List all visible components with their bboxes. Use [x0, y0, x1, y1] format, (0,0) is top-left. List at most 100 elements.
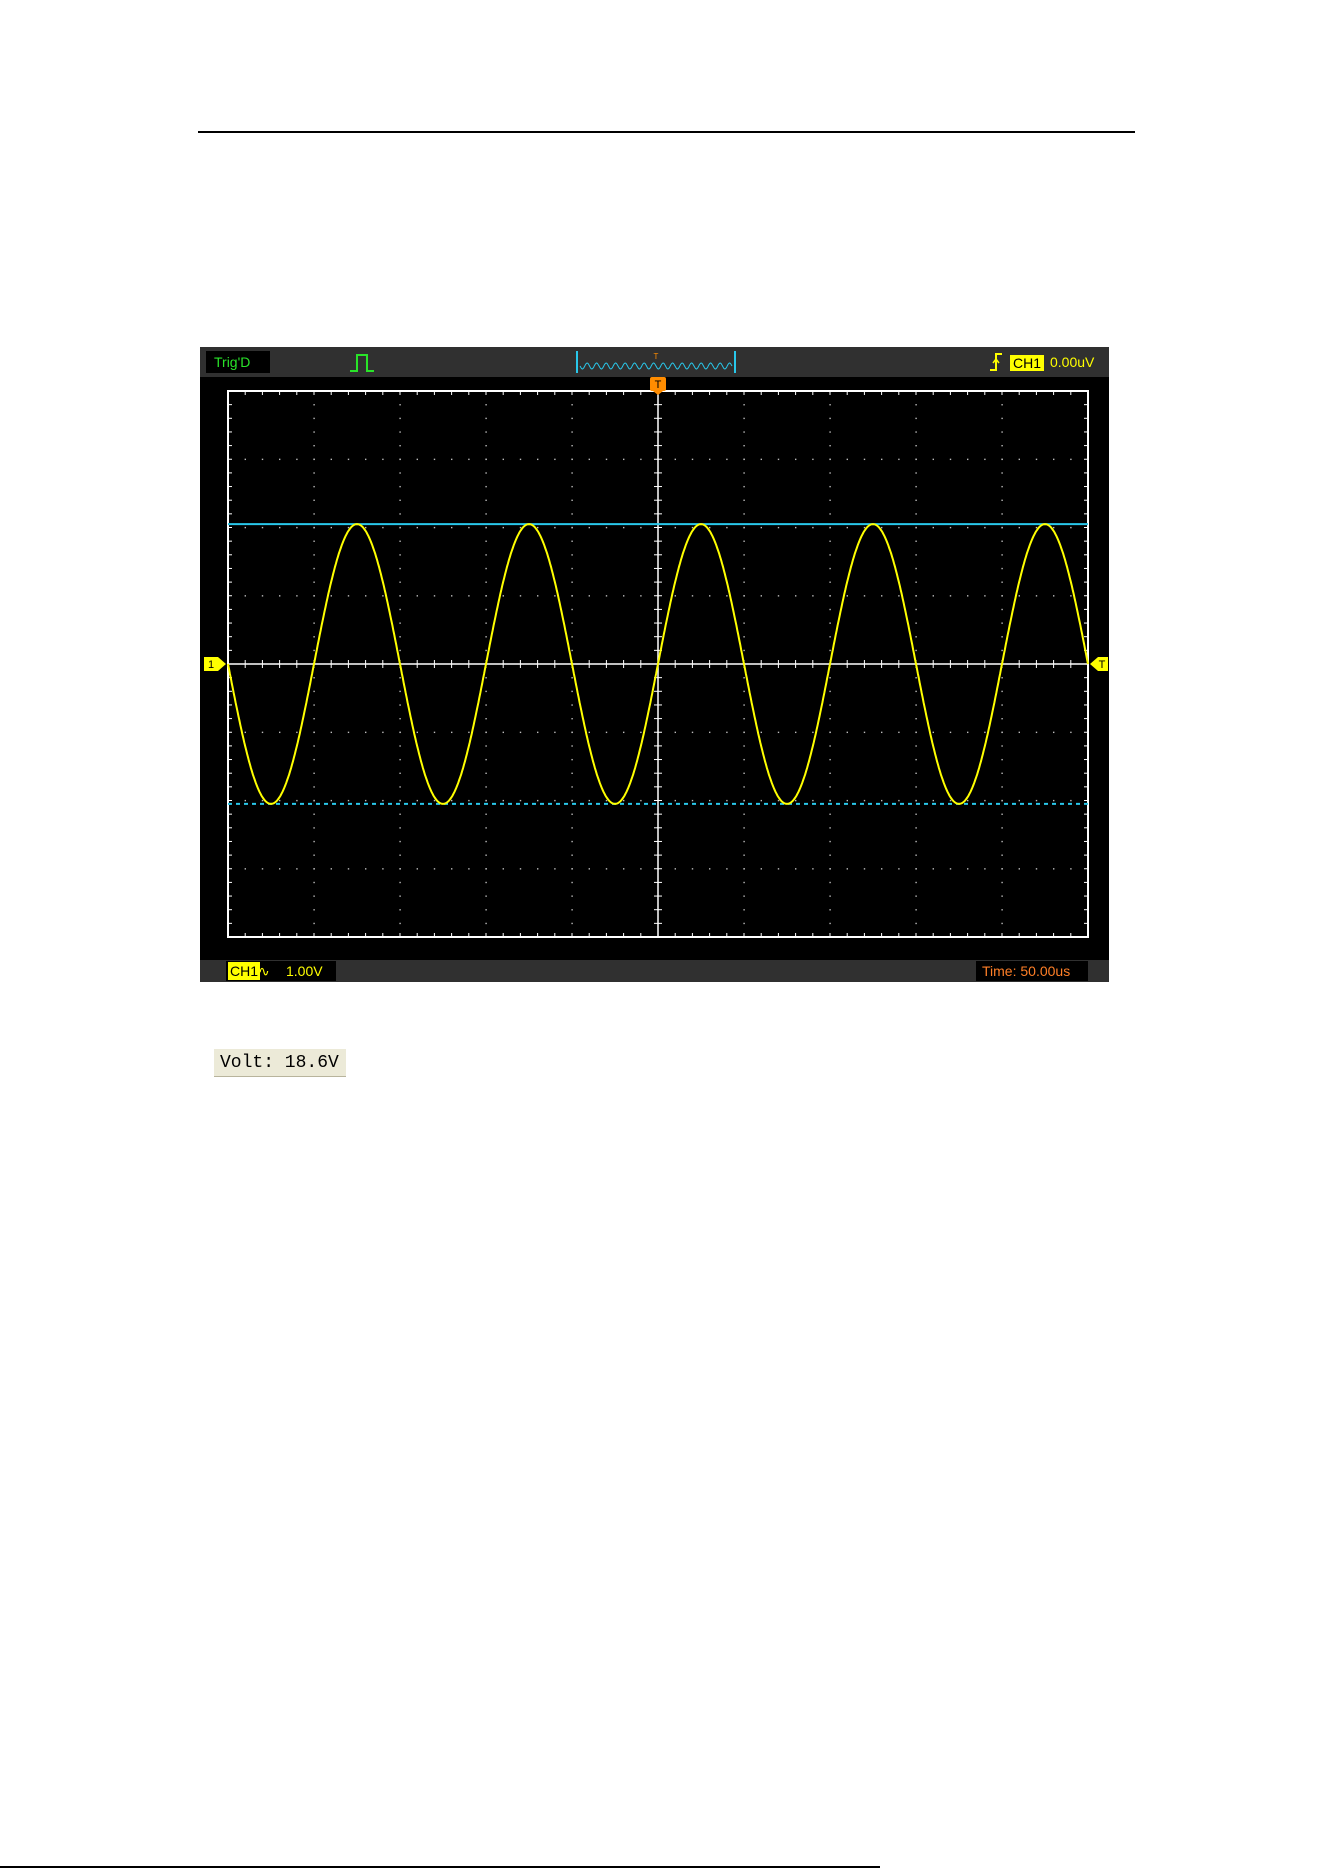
channel-label[interactable]: CH1 — [228, 962, 261, 980]
grid-dot — [1035, 526, 1038, 529]
grid-dot — [571, 813, 573, 815]
grid-dot — [1001, 445, 1003, 447]
grid-dot — [743, 786, 745, 788]
grid-dot — [829, 608, 831, 611]
trigger-level-marker[interactable]: T — [1090, 657, 1108, 671]
grid-dot — [829, 472, 831, 474]
grid-dot — [313, 636, 315, 638]
grid-dot — [760, 799, 762, 802]
grid-dot — [571, 827, 573, 829]
trigger-level: 0.00uV — [1050, 354, 1095, 370]
grid-dot — [915, 922, 917, 925]
grid-dot — [296, 868, 298, 870]
grid-dot — [554, 526, 556, 529]
grid-dot — [485, 567, 487, 570]
grid-dot — [433, 799, 436, 802]
grid-dot — [279, 595, 281, 597]
grid-dot — [313, 540, 315, 542]
grid-dot — [915, 772, 917, 774]
grid-dot — [451, 526, 453, 529]
grid-dot — [1001, 922, 1003, 925]
grid-dot — [485, 445, 487, 447]
grid-dot — [915, 499, 917, 501]
grid-dot — [571, 868, 573, 870]
grid-dot — [829, 499, 831, 501]
grid-dot — [399, 690, 401, 693]
grid-dot — [1001, 881, 1003, 884]
grid-dot — [743, 581, 745, 583]
grid-dot — [949, 868, 952, 870]
grid-dot — [1001, 758, 1003, 761]
grid-dot — [571, 458, 573, 461]
grid-dot — [571, 881, 573, 884]
grid-dot — [485, 690, 487, 693]
grid-dot — [709, 731, 711, 734]
grid-dot — [1018, 526, 1020, 529]
grid-dot — [829, 718, 831, 720]
grid-dot — [313, 745, 315, 747]
grid-dot — [382, 731, 384, 734]
grid-dot — [1001, 404, 1003, 406]
grid-dot — [967, 799, 969, 802]
grid-dot — [777, 731, 780, 734]
grid-dot — [451, 799, 453, 802]
grid-dot — [760, 526, 762, 529]
grid-dot — [588, 868, 590, 870]
grid-dot — [915, 868, 917, 870]
grid-dot — [829, 445, 831, 447]
grid-dot — [605, 731, 608, 734]
grid-dot — [829, 677, 831, 679]
grid-dot — [915, 595, 917, 597]
grid-dot — [967, 458, 969, 461]
grid-dot — [915, 554, 917, 556]
scope-bottom-bar: CH1 ∿ 1.00V Time: 50.00us — [200, 960, 1109, 982]
grid-dot — [537, 526, 539, 529]
grid-dot — [1035, 595, 1038, 597]
grid-dot — [571, 636, 573, 638]
grid-dot — [795, 799, 797, 802]
grid-dot — [399, 417, 401, 420]
grid-dot — [365, 731, 367, 734]
grid-dot — [1001, 677, 1003, 679]
grid-dot — [915, 649, 917, 652]
grid-dot — [588, 731, 590, 734]
grid-dot — [743, 554, 745, 556]
grid-dot — [932, 458, 934, 461]
grid-dot — [537, 868, 539, 870]
grid-dot — [485, 786, 487, 788]
grid-dot — [313, 554, 315, 556]
ch1-ground-marker[interactable]: 1 — [204, 657, 226, 671]
grid-dot — [829, 909, 831, 911]
grid-dot — [1018, 868, 1020, 870]
grid-dot — [537, 731, 539, 734]
grid-dot — [313, 909, 315, 911]
grid-dot — [915, 622, 917, 624]
grid-dot — [330, 731, 332, 734]
grid-dot — [399, 758, 401, 761]
grid-dot — [279, 526, 281, 529]
grid-dot — [571, 677, 573, 679]
grid-dot — [502, 458, 504, 461]
grid-dot — [915, 690, 917, 693]
grid-dot — [949, 458, 952, 461]
grid-dot — [967, 595, 969, 597]
grid-dot — [674, 731, 676, 734]
grid-dot — [399, 540, 401, 542]
grid-dot — [313, 922, 315, 925]
grid-dot — [915, 827, 917, 829]
grid-dot — [571, 649, 573, 652]
grid-dot — [571, 854, 573, 856]
grid-dot — [829, 895, 831, 897]
grid-dot — [881, 799, 883, 802]
grid-dot — [313, 772, 315, 774]
grid-dot — [261, 731, 264, 734]
grid-dot — [1035, 799, 1038, 802]
grid-dot — [244, 526, 246, 529]
grid-dot — [399, 854, 401, 856]
grid-dot — [485, 513, 487, 515]
grid-dot — [365, 595, 367, 597]
grid-dot — [932, 526, 934, 529]
grid-dot — [984, 868, 986, 870]
grid-dot — [313, 458, 315, 461]
grid-dot — [399, 636, 401, 638]
